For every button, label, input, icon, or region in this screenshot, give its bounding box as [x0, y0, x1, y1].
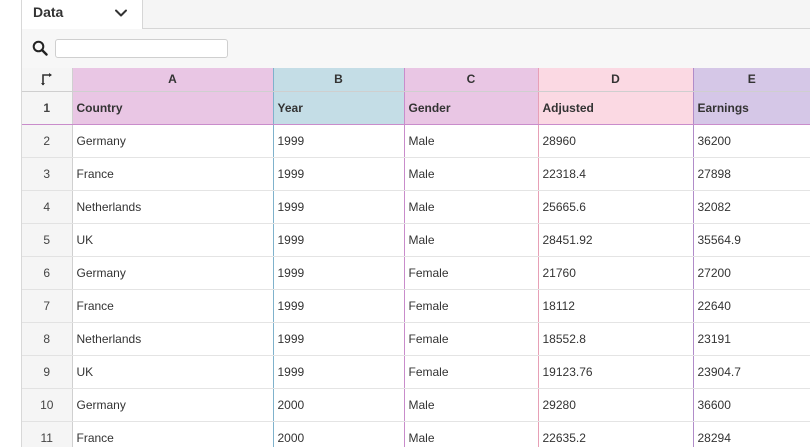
cell[interactable]: France — [71, 421, 273, 447]
cell[interactable]: 1999 — [272, 190, 404, 224]
cell[interactable]: 28960 — [537, 124, 693, 158]
cell[interactable]: Male — [403, 388, 538, 422]
table-row: 3 France 1999 Male 22318.4 27898 — [22, 157, 810, 191]
cell[interactable]: 2000 — [272, 421, 404, 447]
chevron-down-icon[interactable] — [114, 6, 128, 20]
cell[interactable]: Adjusted — [537, 91, 693, 125]
cell[interactable]: 18552.8 — [537, 322, 693, 356]
cell[interactable]: UK — [71, 355, 273, 389]
search-input[interactable] — [55, 39, 228, 58]
cell[interactable]: 1999 — [272, 322, 404, 356]
cell[interactable]: 22318.4 — [537, 157, 693, 191]
row-number[interactable]: 4 — [22, 190, 73, 224]
table-row: 11 France 2000 Male 22635.2 28294 — [22, 421, 810, 447]
row-number[interactable]: 3 — [22, 157, 73, 191]
left-gutter — [0, 0, 22, 447]
cell[interactable]: Netherlands — [71, 190, 273, 224]
cell[interactable]: 28294 — [692, 421, 810, 447]
column-header-e[interactable]: E — [692, 68, 810, 92]
column-header-d[interactable]: D — [537, 68, 693, 92]
cell[interactable]: 35564.9 — [692, 223, 810, 257]
row-number[interactable]: 10 — [22, 388, 73, 422]
column-header-c[interactable]: C — [403, 68, 538, 92]
cell[interactable]: 1999 — [272, 289, 404, 323]
cell[interactable]: 1999 — [272, 256, 404, 290]
table-row: 1 Country Year Gender Adjusted Earnings — [22, 91, 810, 125]
table-row: 8 Netherlands 1999 Female 18552.8 23191 — [22, 322, 810, 356]
cell[interactable]: Gender — [403, 91, 538, 125]
cell[interactable]: 19123.76 — [537, 355, 693, 389]
column-header-a[interactable]: A — [71, 68, 273, 92]
cell[interactable]: Male — [403, 124, 538, 158]
cell[interactable]: 2000 — [272, 388, 404, 422]
cell[interactable]: France — [71, 157, 273, 191]
cell[interactable]: 36200 — [692, 124, 810, 158]
table-row: 10 Germany 2000 Male 29280 36600 — [22, 388, 810, 422]
cell[interactable]: 25665.6 — [537, 190, 693, 224]
cell[interactable]: Female — [403, 322, 538, 356]
row-number[interactable]: 11 — [22, 421, 73, 447]
search-bar — [22, 30, 810, 68]
cell[interactable]: Germany — [71, 256, 273, 290]
row-number[interactable]: 9 — [22, 355, 73, 389]
cell[interactable]: 36600 — [692, 388, 810, 422]
transpose-icon — [41, 73, 52, 86]
row-number[interactable]: 5 — [22, 223, 73, 257]
cell[interactable]: Germany — [71, 124, 273, 158]
table-row: 2 Germany 1999 Male 28960 36200 — [22, 124, 810, 158]
cell[interactable]: Male — [403, 421, 538, 447]
cell[interactable]: 18112 — [537, 289, 693, 323]
table-row: 7 France 1999 Female 18112 22640 — [22, 289, 810, 323]
cell[interactable]: 27200 — [692, 256, 810, 290]
row-number[interactable]: 6 — [22, 256, 73, 290]
cell[interactable]: 32082 — [692, 190, 810, 224]
cell[interactable]: 22635.2 — [537, 421, 693, 447]
cell[interactable]: 21760 — [537, 256, 693, 290]
row-number[interactable]: 2 — [22, 124, 73, 158]
table-row: 4 Netherlands 1999 Male 25665.6 32082 — [22, 190, 810, 224]
tab-bar: Data — [22, 0, 810, 29]
column-header-b[interactable]: B — [272, 68, 404, 92]
cell[interactable]: 1999 — [272, 355, 404, 389]
tab-data[interactable]: Data — [22, 0, 143, 29]
cell[interactable]: 23191 — [692, 322, 810, 356]
row-number[interactable]: 8 — [22, 322, 73, 356]
cell[interactable]: 29280 — [537, 388, 693, 422]
cell[interactable]: 22640 — [692, 289, 810, 323]
cell[interactable]: 28451.92 — [537, 223, 693, 257]
row-number[interactable]: 7 — [22, 289, 73, 323]
data-table: A B C D E 1 Country Year Gender Adjusted… — [22, 68, 810, 447]
cell[interactable]: 1999 — [272, 223, 404, 257]
spreadsheet-grid: A B C D E 1 Country Year Gender Adjusted… — [22, 68, 810, 447]
cell[interactable]: 23904.7 — [692, 355, 810, 389]
cell[interactable]: 27898 — [692, 157, 810, 191]
cell[interactable]: Year — [272, 91, 404, 125]
data-panel: Data A B C D E 1 Country Year Gender Adj… — [22, 0, 810, 447]
cell[interactable]: UK — [71, 223, 273, 257]
cell[interactable]: Female — [403, 256, 538, 290]
cell[interactable]: 1999 — [272, 157, 404, 191]
cell[interactable]: Country — [71, 91, 273, 125]
cell[interactable]: Netherlands — [71, 322, 273, 356]
table-row: 6 Germany 1999 Female 21760 27200 — [22, 256, 810, 290]
table-row: 9 UK 1999 Female 19123.76 23904.7 — [22, 355, 810, 389]
cell[interactable]: Earnings — [692, 91, 810, 125]
cell[interactable]: Germany — [71, 388, 273, 422]
cell[interactable]: 1999 — [272, 124, 404, 158]
cell[interactable]: Male — [403, 223, 538, 257]
column-letter-row: A B C D E — [22, 68, 810, 92]
row-number[interactable]: 1 — [22, 91, 73, 125]
select-all-corner[interactable] — [22, 68, 73, 92]
table-row: 5 UK 1999 Male 28451.92 35564.9 — [22, 223, 810, 257]
cell[interactable]: France — [71, 289, 273, 323]
search-icon — [32, 40, 48, 56]
cell[interactable]: Female — [403, 289, 538, 323]
tab-data-label: Data — [33, 4, 64, 20]
cell[interactable]: Female — [403, 355, 538, 389]
cell[interactable]: Male — [403, 157, 538, 191]
cell[interactable]: Male — [403, 190, 538, 224]
